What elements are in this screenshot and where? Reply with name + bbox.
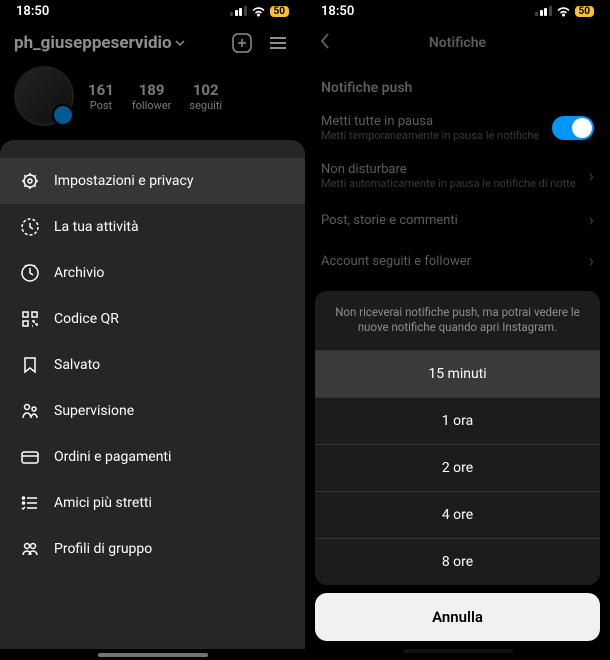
- sheet-message: Non riceverai notifiche push, ma potrai …: [315, 291, 600, 350]
- menu-archive[interactable]: Archivio: [0, 250, 305, 296]
- status-bar: 18:50 50: [305, 0, 610, 22]
- menu-sheet: Impostazioni e privacy La tua attività A…: [0, 140, 305, 649]
- page-title: Notifiche: [339, 35, 576, 51]
- option-2h[interactable]: 2 ore: [315, 444, 600, 491]
- wifi-icon: [251, 6, 266, 17]
- menu-saved[interactable]: Salvato: [0, 342, 305, 388]
- menu-group-profiles[interactable]: Profili di gruppo: [0, 526, 305, 572]
- chevron-down-icon: [175, 38, 185, 48]
- card-icon: [20, 447, 40, 467]
- menu-label: Ordini e pagamenti: [54, 449, 171, 465]
- page-header: Notifiche: [305, 22, 610, 62]
- menu-button[interactable]: [265, 30, 291, 56]
- stat-posts[interactable]: 161Post: [88, 81, 114, 112]
- option-15min[interactable]: 15 minuti: [315, 350, 600, 397]
- option-8h[interactable]: 8 ore: [315, 538, 600, 585]
- home-indicator[interactable]: [403, 649, 513, 653]
- posts-row[interactable]: Post, storie e commenti ›: [321, 200, 594, 241]
- menu-label: Impostazioni e privacy: [54, 173, 193, 189]
- qr-icon: [20, 309, 40, 329]
- stat-following[interactable]: 102seguiti: [189, 81, 222, 112]
- menu-label: Codice QR: [54, 311, 119, 327]
- wifi-icon: [556, 6, 571, 17]
- menu-label: La tua attività: [54, 219, 139, 235]
- time: 18:50: [16, 4, 49, 19]
- menu-settings[interactable]: Impostazioni e privacy: [0, 158, 305, 204]
- cellular-icon: [535, 6, 552, 16]
- archive-icon: [20, 263, 40, 283]
- dnd-row[interactable]: Non disturbare Metti automaticamente in …: [321, 152, 594, 200]
- time: 18:50: [321, 4, 354, 19]
- menu-label: Amici più stretti: [54, 495, 152, 511]
- row-title: Metti tutte in pausa: [321, 114, 539, 129]
- cellular-icon: [230, 6, 247, 16]
- chevron-right-icon: ›: [589, 251, 594, 272]
- bookmark-icon: [20, 355, 40, 375]
- username-dropdown[interactable]: ph_giuseppeservidio: [14, 33, 219, 53]
- supervision-icon: [20, 401, 40, 421]
- menu-close-friends[interactable]: Amici più stretti: [0, 480, 305, 526]
- option-1h[interactable]: 1 ora: [315, 397, 600, 444]
- activity-icon: [20, 217, 40, 237]
- chevron-right-icon: ›: [589, 210, 594, 231]
- row-title: Non disturbare: [321, 162, 576, 177]
- menu-label: Archivio: [54, 265, 104, 281]
- avatar[interactable]: [14, 66, 74, 126]
- menu-label: Supervisione: [54, 403, 134, 419]
- profile-header: ph_giuseppeservidio: [0, 22, 305, 62]
- pause-all-row: Metti tutte in pausa Metti temporaneamen…: [321, 104, 594, 152]
- stat-followers[interactable]: 189follower: [132, 81, 172, 112]
- row-title: Post, storie e commenti: [321, 213, 458, 228]
- chevron-right-icon: ›: [589, 166, 594, 187]
- pause-toggle[interactable]: [552, 116, 594, 140]
- status-bar: 18:50 50: [0, 0, 305, 22]
- menu-orders[interactable]: Ordini e pagamenti: [0, 434, 305, 480]
- profile-stats: 161Post 189follower 102seguiti: [0, 62, 305, 136]
- menu-label: Salvato: [54, 357, 100, 373]
- accounts-row[interactable]: Account seguiti e follower ›: [321, 241, 594, 282]
- menu-activity[interactable]: La tua attività: [0, 204, 305, 250]
- gear-icon: [20, 171, 40, 191]
- list-icon: [20, 493, 40, 513]
- create-button[interactable]: [229, 30, 255, 56]
- group-icon: [20, 539, 40, 559]
- section-title: Notifiche push: [321, 80, 594, 96]
- menu-label: Profili di gruppo: [54, 541, 152, 557]
- back-button[interactable]: [319, 32, 339, 54]
- row-subtitle: Metti temporaneamente in pausa le notifi…: [321, 129, 539, 142]
- row-subtitle: Metti automaticamente in pausa le notifi…: [321, 177, 576, 190]
- battery-icon: 50: [575, 6, 594, 17]
- option-4h[interactable]: 4 ore: [315, 491, 600, 538]
- duration-sheet: Non riceverai notifiche push, ma potrai …: [305, 291, 610, 660]
- left-screen: 18:50 50 ph_giuseppeservidio 161Post 189…: [0, 0, 305, 660]
- menu-qr[interactable]: Codice QR: [0, 296, 305, 342]
- battery-icon: 50: [270, 6, 289, 17]
- row-title: Account seguiti e follower: [321, 254, 471, 269]
- menu-supervision[interactable]: Supervisione: [0, 388, 305, 434]
- cancel-button[interactable]: Annulla: [315, 593, 600, 641]
- home-indicator[interactable]: [98, 653, 208, 657]
